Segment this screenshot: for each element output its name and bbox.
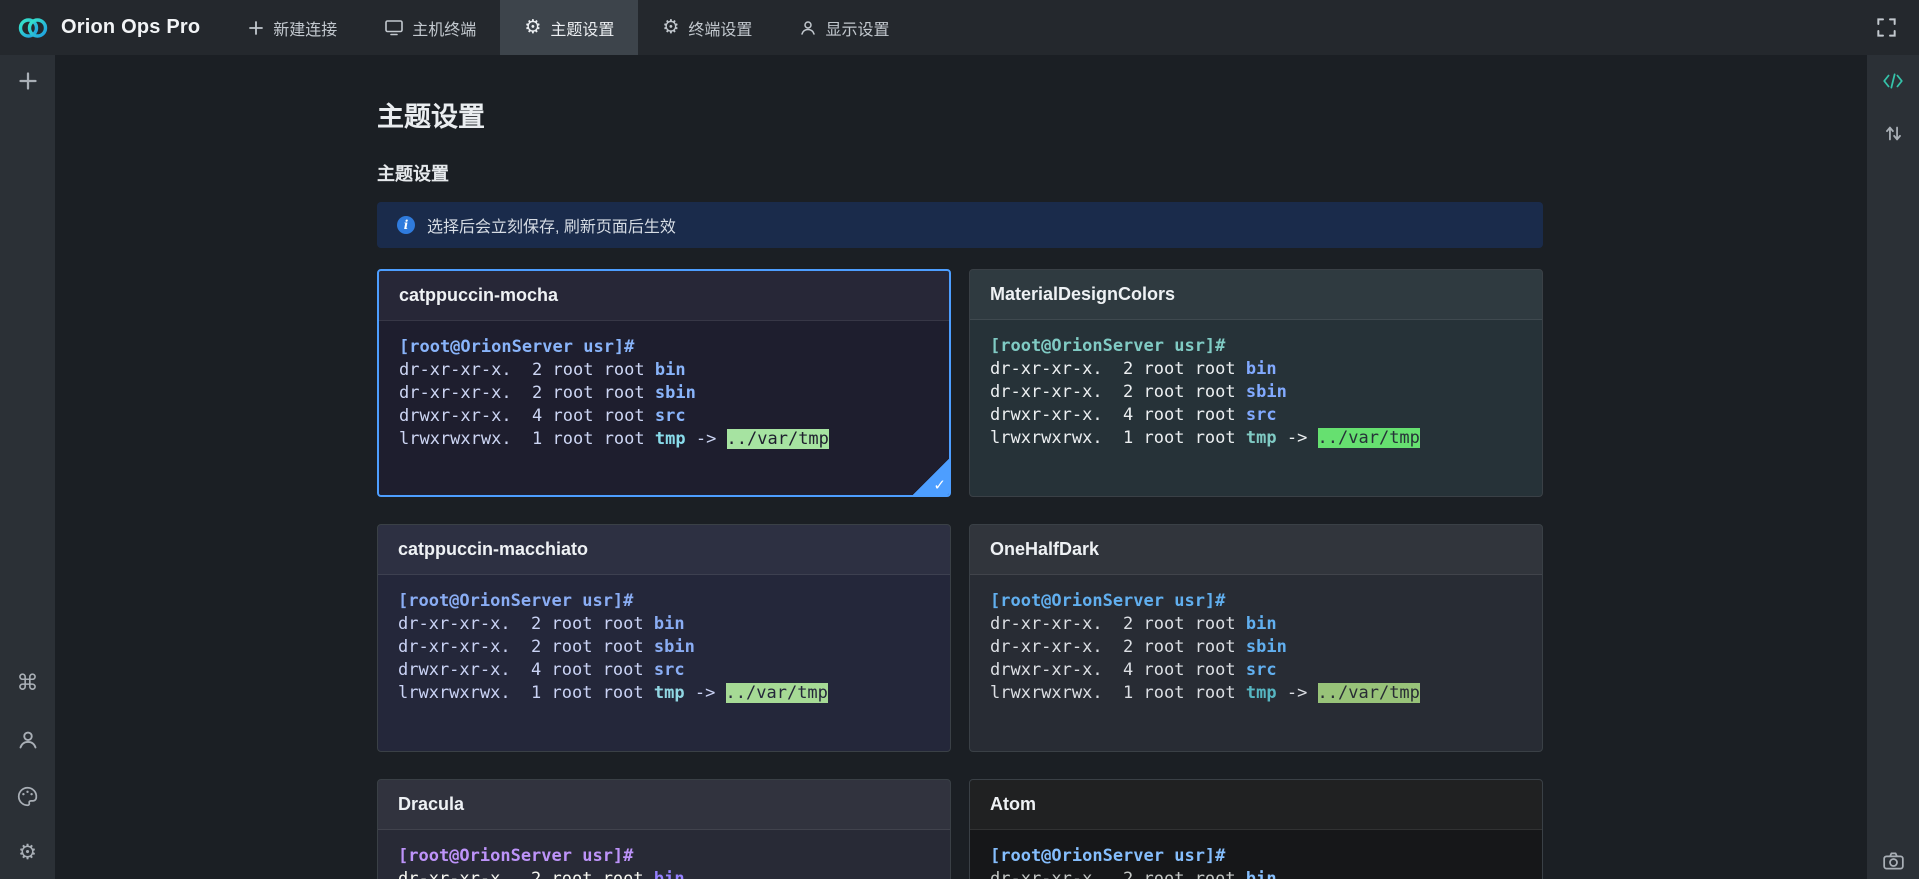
app-logo-icon (16, 11, 50, 45)
plus-icon[interactable] (15, 68, 41, 94)
terminal-prompt-line: [root@OrionServer usr]# (398, 590, 930, 613)
theme-card[interactable]: catppuccin-macchiato [root@OrionServer u… (377, 524, 951, 752)
topbar: Orion Ops Pro 新建连接 主机终端 ⚙ 主题设置 ⚙ 终端设置 (0, 0, 1919, 55)
theme-name: catppuccin-mocha (399, 285, 558, 306)
terminal-preview: [root@OrionServer usr]#dr-xr-xr-x. 2 roo… (970, 320, 1542, 465)
nav-item-label: 终端设置 (688, 16, 752, 40)
terminal-icon (385, 19, 403, 36)
user-icon (800, 20, 816, 36)
terminal-line: drwxr-xr-x. 4 root root src (398, 659, 930, 682)
terminal-prompt-line: [root@OrionServer usr]# (990, 845, 1522, 868)
command-icon[interactable]: ⌘ (15, 671, 41, 697)
camera-icon[interactable] (1880, 848, 1906, 874)
page-title: 主题设置 (377, 100, 1867, 134)
info-alert-text: 选择后会立刻保存, 刷新页面后生效 (427, 213, 676, 237)
theme-grid: catppuccin-mocha [root@OrionServer usr]#… (377, 269, 1543, 879)
theme-card[interactable]: OneHalfDark [root@OrionServer usr]#dr-xr… (969, 524, 1543, 752)
selected-check-icon: ✓ (912, 458, 950, 496)
terminal-line: drwxr-xr-x. 4 root root src (990, 659, 1522, 682)
nav-item[interactable]: ⚙ 主题设置 (500, 0, 638, 55)
theme-card[interactable]: Dracula [root@OrionServer usr]#dr-xr-xr-… (377, 779, 951, 879)
nav-item-label: 主机终端 (412, 16, 476, 40)
sort-icon[interactable] (1880, 120, 1906, 146)
terminal-line: drwxr-xr-x. 4 root root src (399, 405, 929, 428)
nav-item[interactable]: 显示设置 (776, 0, 913, 55)
theme-card-header: catppuccin-macchiato (378, 525, 950, 575)
fullscreen-icon[interactable] (1876, 17, 1897, 38)
info-icon: i (397, 216, 415, 234)
user-icon[interactable] (15, 727, 41, 753)
main-content: 主题设置 主题设置 i 选择后会立刻保存, 刷新页面后生效 catppuccin… (55, 55, 1867, 879)
terminal-preview: [root@OrionServer usr]#dr-xr-xr-x. 2 roo… (378, 575, 950, 720)
nav-item-label: 新建连接 (273, 16, 337, 40)
theme-name: Dracula (398, 794, 464, 815)
info-alert: i 选择后会立刻保存, 刷新页面后生效 (377, 202, 1543, 248)
theme-card-header: Dracula (378, 780, 950, 830)
code-icon[interactable] (1880, 68, 1906, 94)
check-mark: ✓ (933, 476, 946, 494)
terminal-preview: [root@OrionServer usr]#dr-xr-xr-x. 2 roo… (970, 830, 1542, 879)
nav-item-label: 主题设置 (550, 16, 614, 40)
nav-item[interactable]: 新建连接 (224, 0, 361, 55)
right-rail (1867, 55, 1919, 879)
gear-icon[interactable]: ⚙ (15, 839, 41, 865)
terminal-prompt-line: [root@OrionServer usr]# (398, 845, 930, 868)
theme-name: Atom (990, 794, 1036, 815)
theme-card[interactable]: catppuccin-mocha [root@OrionServer usr]#… (377, 269, 951, 497)
terminal-prompt-line: [root@OrionServer usr]# (990, 335, 1522, 358)
terminal-line: drwxr-xr-x. 4 root root src (990, 404, 1522, 427)
terminal-preview: [root@OrionServer usr]#dr-xr-xr-x. 2 roo… (379, 321, 949, 466)
terminal-line: dr-xr-xr-x. 2 root root sbin (398, 636, 930, 659)
gear-icon: ⚙ (524, 18, 541, 37)
terminal-line: dr-xr-xr-x. 2 root root sbin (990, 381, 1522, 404)
app-title: Orion Ops Pro (61, 16, 200, 39)
theme-name: OneHalfDark (990, 539, 1099, 560)
plus-icon (248, 20, 264, 36)
terminal-prompt-line: [root@OrionServer usr]# (990, 590, 1522, 613)
terminal-line: dr-xr-xr-x. 2 root root bin (990, 613, 1522, 636)
terminal-line: lrwxrwxrwx. 1 root root tmp -> ../var/tm… (990, 682, 1522, 705)
theme-card-header: OneHalfDark (970, 525, 1542, 575)
theme-name: catppuccin-macchiato (398, 539, 588, 560)
terminal-line: dr-xr-xr-x. 2 root root bin (398, 613, 930, 636)
theme-card-header: MaterialDesignColors (970, 270, 1542, 320)
left-rail: ⌘ ⚙ (0, 55, 55, 879)
nav-item-label: 显示设置 (825, 16, 889, 40)
theme-card-header: catppuccin-mocha (379, 271, 949, 321)
theme-card[interactable]: Atom [root@OrionServer usr]#dr-xr-xr-x. … (969, 779, 1543, 879)
terminal-line: lrwxrwxrwx. 1 root root tmp -> ../var/tm… (399, 428, 929, 451)
terminal-line: lrwxrwxrwx. 1 root root tmp -> ../var/tm… (990, 427, 1522, 450)
theme-card-header: Atom (970, 780, 1542, 830)
terminal-line: dr-xr-xr-x. 2 root root bin (990, 868, 1522, 879)
nav-item[interactable]: ⚙ 终端设置 (638, 0, 776, 55)
terminal-prompt-line: [root@OrionServer usr]# (399, 336, 929, 359)
terminal-line: dr-xr-xr-x. 2 root root bin (398, 868, 930, 879)
section-title: 主题设置 (377, 163, 1867, 185)
terminal-line: dr-xr-xr-x. 2 root root sbin (990, 636, 1522, 659)
terminal-line: dr-xr-xr-x. 2 root root bin (399, 359, 929, 382)
top-nav: 新建连接 主机终端 ⚙ 主题设置 ⚙ 终端设置 显示设置 (224, 0, 913, 55)
terminal-preview: [root@OrionServer usr]#dr-xr-xr-x. 2 roo… (970, 575, 1542, 720)
nav-item[interactable]: 主机终端 (361, 0, 500, 55)
terminal-line: dr-xr-xr-x. 2 root root bin (990, 358, 1522, 381)
theme-name: MaterialDesignColors (990, 284, 1175, 305)
terminal-preview: [root@OrionServer usr]#dr-xr-xr-x. 2 roo… (378, 830, 950, 879)
gear-icon: ⚙ (662, 18, 679, 37)
palette-icon[interactable] (15, 783, 41, 809)
terminal-line: lrwxrwxrwx. 1 root root tmp -> ../var/tm… (398, 682, 930, 705)
terminal-line: dr-xr-xr-x. 2 root root sbin (399, 382, 929, 405)
app-brand: Orion Ops Pro (0, 11, 224, 45)
theme-card[interactable]: MaterialDesignColors [root@OrionServer u… (969, 269, 1543, 497)
